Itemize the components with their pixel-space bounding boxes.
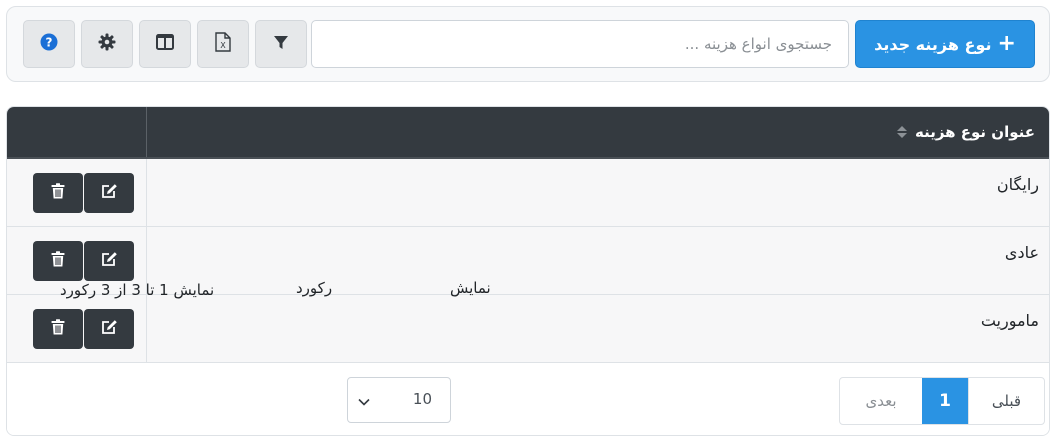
edit-icon (101, 251, 118, 271)
delete-button[interactable] (33, 173, 83, 213)
sort-icon (896, 126, 907, 138)
delete-button[interactable] (33, 241, 83, 281)
chevron-down-icon (358, 392, 370, 410)
help-icon: ? (40, 33, 58, 55)
pagination: قبلی 1 بعدی (839, 377, 1045, 425)
column-title: عنوان نوع هزینه (914, 123, 1035, 141)
add-expense-type-button[interactable]: + نوع هزینه جدید (855, 20, 1035, 68)
table-row: ماموریت (7, 295, 1049, 363)
next-page-button[interactable]: بعدی (840, 378, 922, 424)
trash-icon (51, 319, 65, 339)
expense-type-title: رایگان (996, 175, 1039, 194)
edit-icon (101, 183, 118, 203)
records-label: رکورد (296, 279, 333, 297)
table-footer: قبلی 1 بعدی 10 (7, 363, 1049, 435)
expense-types-table: عنوان نوع هزینه رایگان عادی ماموریت قبلی… (6, 106, 1050, 436)
add-button-label: نوع هزینه جدید (874, 34, 992, 54)
table-header: عنوان نوع هزینه (7, 107, 1049, 159)
columns-button[interactable] (139, 20, 191, 68)
toolbar: ? X + نوع هزینه جدید (6, 6, 1050, 82)
current-page-button[interactable]: 1 (922, 378, 968, 424)
plus-icon: + (997, 31, 1016, 56)
gear-icon (98, 33, 116, 55)
columns-icon (156, 34, 174, 54)
row-actions (7, 295, 147, 362)
edit-button[interactable] (84, 173, 134, 213)
page-size-select[interactable]: 10 (347, 377, 451, 423)
table-row: رایگان (7, 159, 1049, 227)
filter-button[interactable] (255, 20, 307, 68)
edit-icon (101, 319, 118, 339)
help-button[interactable]: ? (23, 20, 75, 68)
delete-button[interactable] (33, 309, 83, 349)
trash-icon (51, 183, 65, 203)
column-header-title[interactable]: عنوان نوع هزینه (896, 107, 1035, 157)
page-size-value: 10 (412, 390, 432, 408)
excel-export-button[interactable]: X (197, 20, 249, 68)
edit-button[interactable] (84, 309, 134, 349)
excel-icon: X (215, 32, 231, 56)
svg-text:?: ? (46, 35, 53, 49)
show-label: نمایش (450, 279, 491, 297)
records-summary: نمایش 1 تا 3 از 3 رکورد (60, 281, 215, 299)
filter-icon (273, 34, 289, 54)
previous-page-button[interactable]: قبلی (968, 378, 1044, 424)
edit-button[interactable] (84, 241, 134, 281)
row-actions (7, 159, 147, 226)
search-input[interactable] (311, 20, 849, 68)
actions-column-header (7, 107, 147, 157)
trash-icon (51, 251, 65, 271)
settings-button[interactable] (81, 20, 133, 68)
svg-text:X: X (220, 41, 226, 50)
expense-type-title: ماموریت (980, 311, 1039, 330)
expense-type-title: عادی (1004, 243, 1039, 262)
